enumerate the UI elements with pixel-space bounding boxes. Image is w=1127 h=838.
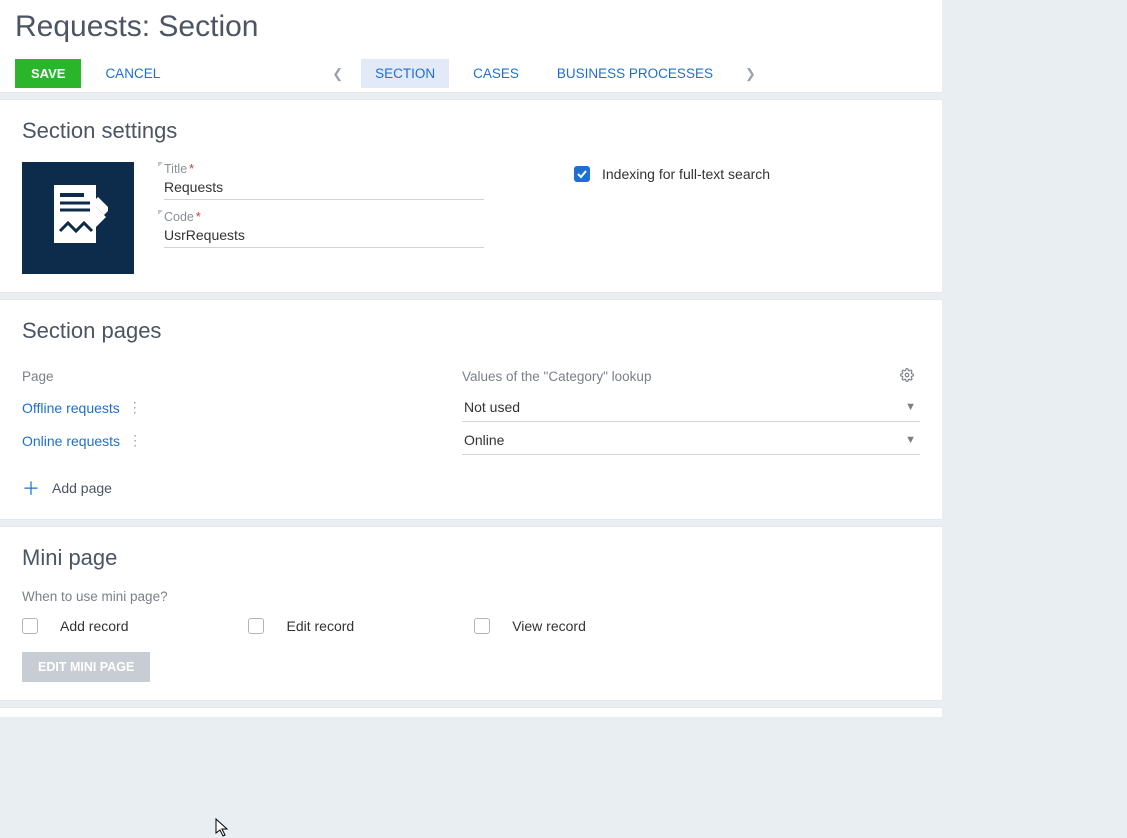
save-button[interactable]: SAVE — [15, 59, 81, 88]
mini-page-title: Mini page — [22, 545, 920, 571]
section-settings-title: Section settings — [22, 118, 920, 144]
page-header: Requests: Section SAVE CANCEL ❮ SECTION … — [0, 0, 942, 93]
title-field-label: Title* — [164, 162, 484, 176]
edit-mini-page-button[interactable]: EDIT MINI PAGE — [22, 652, 150, 682]
cursor-icon — [215, 818, 231, 838]
tab-cases[interactable]: CASES — [459, 59, 533, 88]
code-field-label: Code* — [164, 210, 484, 224]
action-row: SAVE CANCEL ❮ SECTION CASES BUSINESS PRO… — [15, 59, 927, 92]
section-icon[interactable] — [22, 162, 134, 274]
code-field-input[interactable]: UsrRequests — [164, 224, 484, 248]
gear-icon[interactable] — [900, 368, 914, 385]
lookup-value: Online — [464, 432, 504, 448]
lookup-select-online[interactable]: Online ▼ — [462, 426, 920, 455]
section-pages-title: Section pages — [22, 318, 920, 344]
section-pages-panel: Section pages Page Values of the "Catego… — [0, 299, 942, 520]
mini-page-panel: Mini page When to use mini page? Add rec… — [0, 526, 942, 701]
check-icon — [577, 169, 587, 179]
mini-page-question: When to use mini page? — [22, 589, 920, 604]
plus-icon: ＋ — [22, 475, 40, 501]
col-lookup-header: Values of the "Category" lookup — [462, 369, 651, 384]
tab-prev-icon[interactable]: ❮ — [324, 66, 351, 82]
view-record-checkbox[interactable] — [474, 618, 490, 634]
tab-business-processes[interactable]: BUSINESS PROCESSES — [543, 59, 727, 88]
title-field-input[interactable]: Requests — [164, 176, 484, 200]
col-page-header: Page — [22, 363, 462, 390]
edit-record-checkbox[interactable] — [248, 618, 264, 634]
chevron-down-icon: ▼ — [905, 401, 916, 413]
page-link-offline[interactable]: Offline requests — [22, 400, 120, 416]
page-actions-icon[interactable]: ⋮ — [128, 432, 141, 449]
chevron-down-icon: ▼ — [905, 434, 916, 446]
add-record-label: Add record — [60, 618, 128, 634]
lookup-select-offline[interactable]: Not used ▼ — [462, 393, 920, 422]
page-title: Requests: Section — [15, 10, 927, 44]
add-record-checkbox[interactable] — [22, 618, 38, 634]
indexing-checkbox[interactable] — [574, 166, 590, 182]
edit-record-label: Edit record — [286, 618, 354, 634]
indexing-label: Indexing for full-text search — [602, 166, 770, 182]
document-edit-icon — [48, 183, 108, 253]
page-actions-icon[interactable]: ⋮ — [128, 399, 141, 416]
page-link-online[interactable]: Online requests — [22, 433, 120, 449]
tab-section[interactable]: SECTION — [361, 59, 449, 88]
add-page-label: Add page — [52, 480, 112, 496]
tabs: ❮ SECTION CASES BUSINESS PROCESSES ❯ — [324, 59, 764, 88]
cancel-button[interactable]: CANCEL — [101, 60, 164, 87]
view-record-label: View record — [512, 618, 586, 634]
tab-next-icon[interactable]: ❯ — [737, 66, 764, 82]
section-settings-panel: Section settings Title* Requests — [0, 99, 942, 293]
add-page-button[interactable]: ＋ Add page — [22, 475, 920, 501]
lookup-value: Not used — [464, 399, 520, 415]
